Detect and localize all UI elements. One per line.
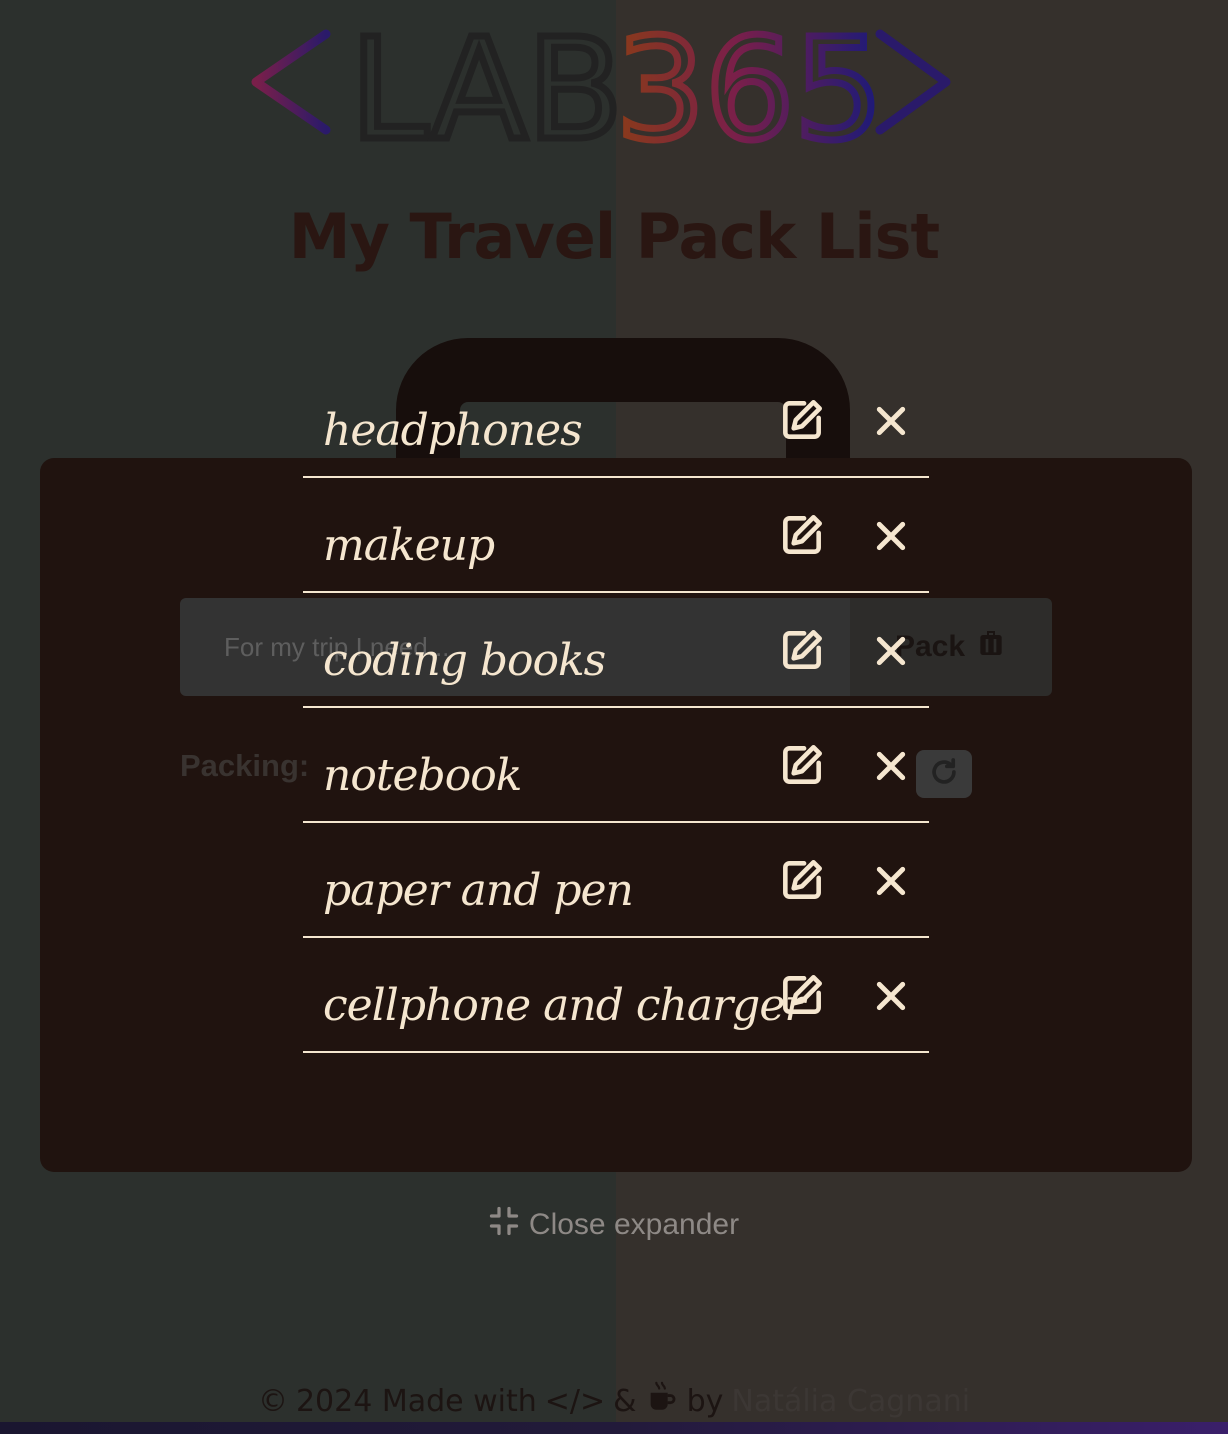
list-item: makeup [303, 478, 929, 593]
edit-icon[interactable] [777, 970, 827, 1020]
page-title: My Travel Pack List [288, 200, 940, 273]
close-icon[interactable] [871, 516, 911, 556]
suitcase-icon [975, 627, 1007, 667]
packing-list: headphones makeup coding books notebook … [303, 363, 929, 1053]
lab365-logo: LAB 365 [240, 14, 960, 154]
item-label: coding books [323, 635, 606, 686]
edit-icon[interactable] [777, 740, 827, 790]
bottom-gradient-bar [0, 1422, 1228, 1434]
item-label: headphones [323, 405, 583, 456]
close-icon[interactable] [871, 976, 911, 1016]
item-label: cellphone and charger [323, 980, 805, 1031]
list-item: coding books [303, 593, 929, 708]
coffee-icon [645, 1380, 679, 1422]
list-item: notebook [303, 708, 929, 823]
footer-by: by [686, 1383, 724, 1419]
compress-icon [489, 1206, 519, 1244]
item-label: makeup [323, 520, 495, 571]
code-symbol: </> [544, 1383, 606, 1419]
close-icon[interactable] [871, 746, 911, 786]
list-item: cellphone and charger [303, 938, 929, 1053]
logo-lab-text: LAB [350, 14, 623, 154]
close-icon[interactable] [871, 631, 911, 671]
list-item: headphones [303, 363, 929, 478]
edit-icon[interactable] [777, 510, 827, 560]
edit-icon[interactable] [777, 625, 827, 675]
footer: © 2024 Made with </> & by Natália Cagnan… [0, 1380, 1228, 1422]
item-label: notebook [323, 750, 522, 801]
rotate-icon [927, 755, 961, 794]
close-icon[interactable] [871, 861, 911, 901]
footer-year-text: 2024 Made with [295, 1383, 537, 1419]
close-expander-button[interactable]: Close expander [0, 1206, 1228, 1244]
list-item: paper and pen [303, 823, 929, 938]
edit-icon[interactable] [777, 395, 827, 445]
packing-label: Packing: [180, 748, 310, 783]
author-link[interactable]: Natália Cagnani [731, 1384, 970, 1419]
copyright-icon: © [257, 1383, 288, 1419]
edit-icon[interactable] [777, 855, 827, 905]
footer-amp: & [613, 1383, 637, 1419]
logo-365-text: 365 [616, 14, 883, 154]
close-expander-label: Close expander [528, 1208, 740, 1241]
item-label: paper and pen [323, 865, 634, 916]
close-icon[interactable] [871, 401, 911, 441]
